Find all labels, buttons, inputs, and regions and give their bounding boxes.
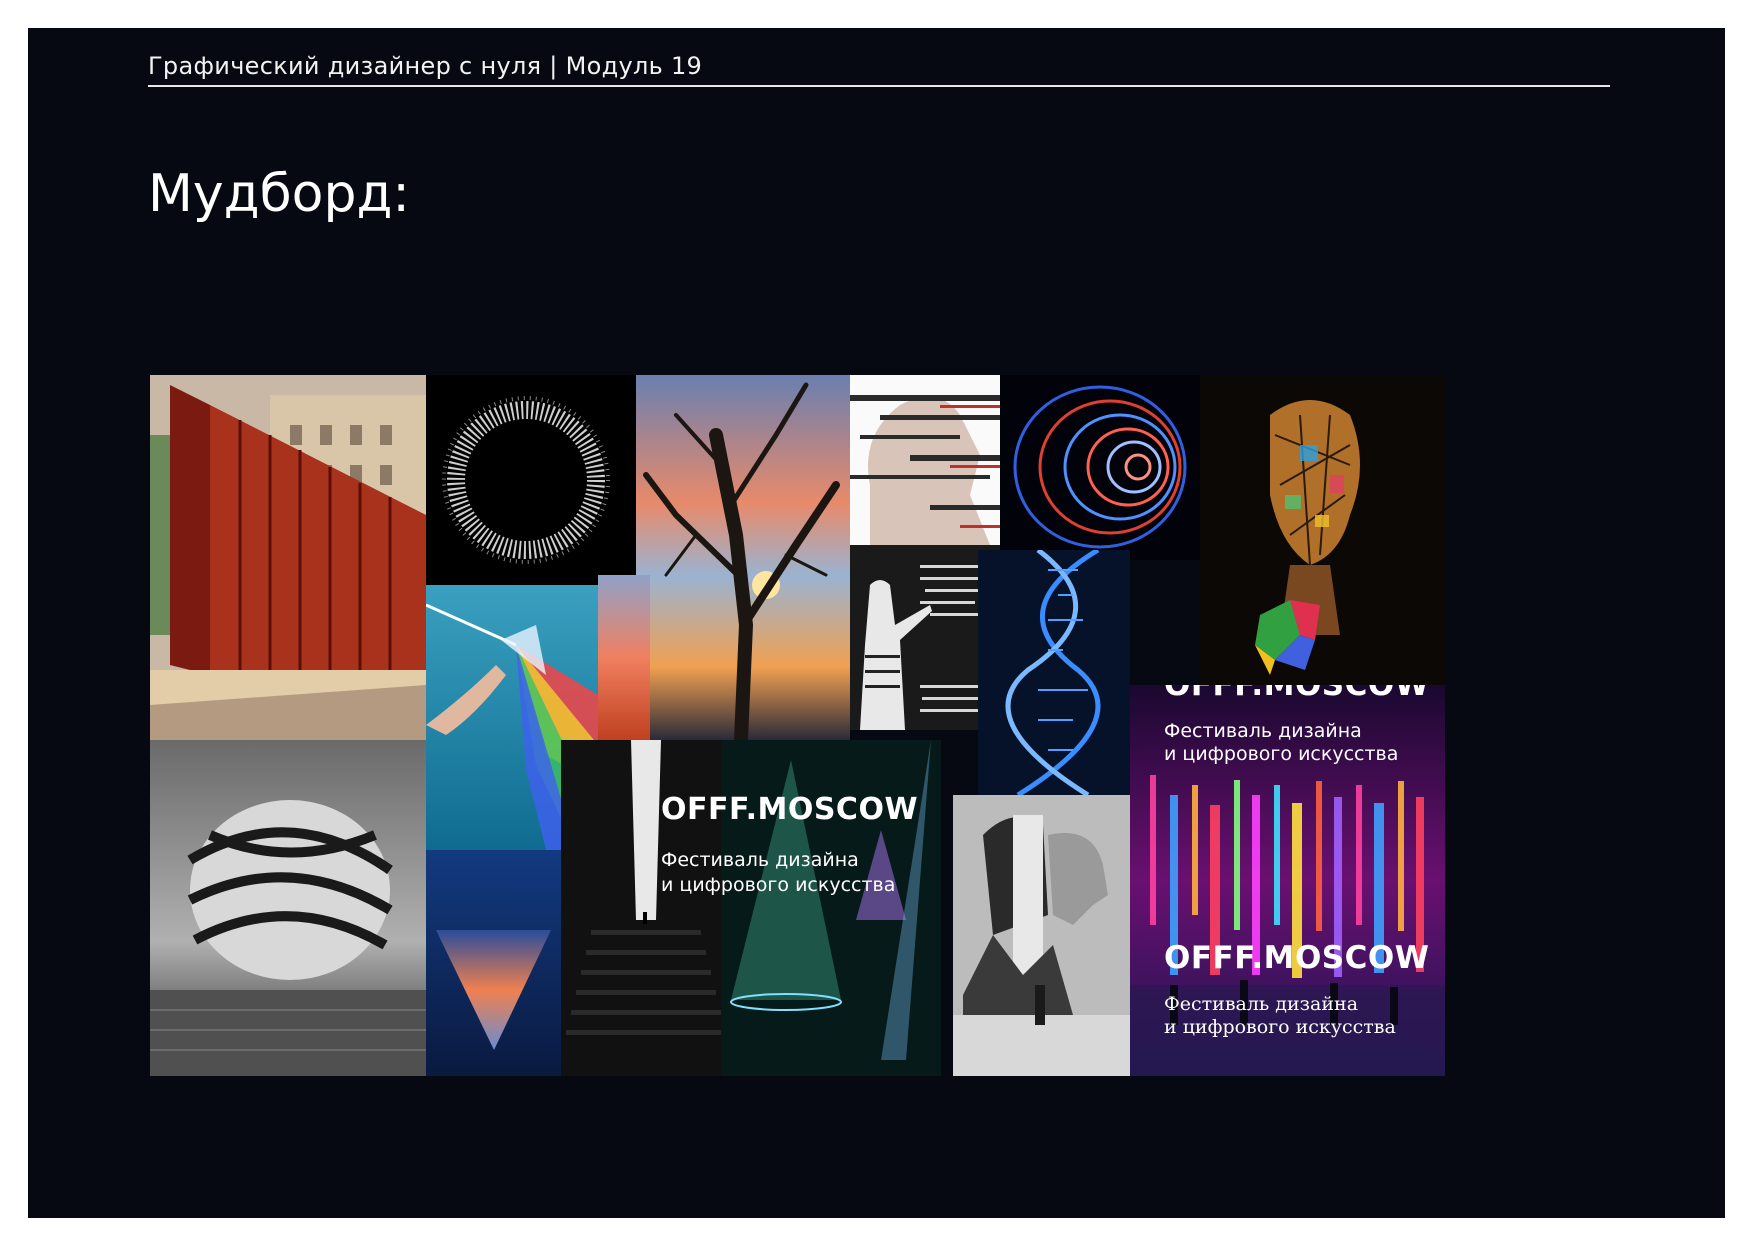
tree-sunset-image <box>636 375 850 740</box>
glitch-portrait-image <box>850 375 1000 545</box>
poster-subtitle-line2: и цифрового искусства <box>661 874 896 896</box>
poster-subtitle-line1: Фестиваль дизайна <box>1164 720 1362 742</box>
offf-poster-corridor: OFFF.MOSCOW Фестиваль дизайна и цифровог… <box>561 740 941 1076</box>
offf-poster-neon: OFFF.MOSCOW Фестиваль дизайна и цифровог… <box>1130 685 1445 1076</box>
poster-title: OFFF.MOSCOW <box>1164 940 1430 976</box>
neon-spiral-image <box>1000 375 1200 560</box>
poster-title: OFFF.MOSCOW <box>1164 685 1430 703</box>
sphere-building-image <box>150 740 426 1076</box>
poster-subtitle-line1: Фестиваль дизайна <box>661 849 859 871</box>
profile-silhouette-image <box>953 795 1130 1076</box>
poster-subtitle-line1: Фестиваль дизайна <box>1164 993 1359 1015</box>
poster-subtitle-line2: и цифрового искусства <box>1164 1016 1396 1038</box>
sunset-sky-image <box>598 575 650 740</box>
abstract-iris-image <box>426 375 636 585</box>
course-header: Графический дизайнер с нуля | Модуль 19 <box>148 52 703 80</box>
moodboard-slide: Графический дизайнер с нуля | Модуль 19 … <box>28 28 1725 1218</box>
red-glass-building-image <box>150 375 426 740</box>
stained-glass-portrait-image <box>1200 375 1445 685</box>
dna-helix-image <box>978 550 1130 795</box>
triangle-horizon-image <box>426 850 561 1076</box>
poster-title: OFFF.MOSCOW <box>661 792 919 827</box>
header-divider <box>148 85 1610 87</box>
page-title: Мудборд: <box>148 164 410 224</box>
poster-subtitle-line2: и цифрового искусства <box>1164 743 1399 765</box>
